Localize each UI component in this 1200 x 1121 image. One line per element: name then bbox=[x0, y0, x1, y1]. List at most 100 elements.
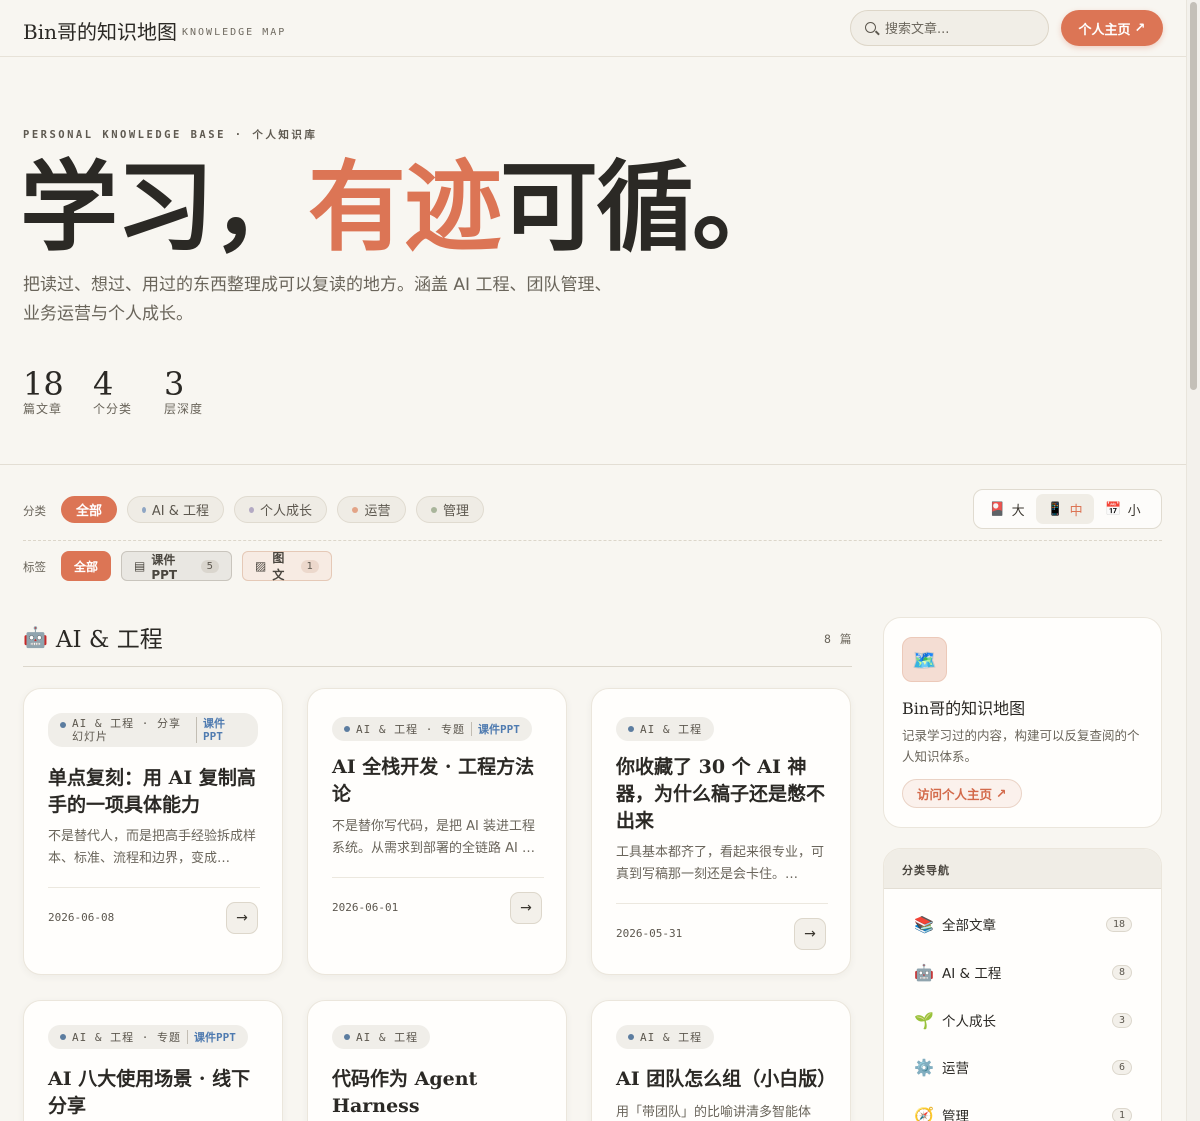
arrow-up-right-icon: ↗ bbox=[996, 786, 1007, 801]
card-title[interactable]: AI 八大使用场景 · 线下分享 bbox=[48, 1066, 260, 1120]
category-chip-growth[interactable]: 个人成长 bbox=[234, 496, 327, 523]
nav-item-count: 18 bbox=[1105, 916, 1132, 932]
category-chip-ops[interactable]: 运营 bbox=[337, 496, 406, 523]
stat-number: 18 bbox=[23, 365, 64, 403]
category-dot bbox=[431, 506, 437, 513]
seedling-icon: 🌱 bbox=[914, 1010, 934, 1030]
robot-icon: 🤖 bbox=[23, 625, 48, 649]
arrow-up-right-icon: ↗ bbox=[1134, 20, 1146, 36]
category-chip-all[interactable]: 全部 bbox=[61, 496, 117, 523]
chip-label: 全部 bbox=[76, 504, 103, 519]
search-box[interactable] bbox=[850, 10, 1049, 46]
arrow-right-icon[interactable]: → bbox=[510, 892, 542, 924]
size-option-large[interactable]: 🎴 大 bbox=[978, 494, 1036, 524]
map-icon: 🗺️ bbox=[902, 637, 947, 682]
article-card[interactable]: AI & 工程 你收藏了 30 个 AI 神器，为什么稿子还是憋不出来 工具基本… bbox=[591, 688, 851, 975]
tag-count: 1 bbox=[300, 559, 319, 573]
tag-chip-all[interactable]: 全部 bbox=[61, 551, 111, 581]
chip-label: 图文 bbox=[272, 551, 285, 582]
nav-item-ops[interactable]: ⚙️ 运营 6 bbox=[898, 1050, 1148, 1084]
scrollbar-thumb[interactable] bbox=[1190, 2, 1197, 390]
card-date: 2026-06-01 bbox=[332, 901, 399, 914]
tag-chip-ppt[interactable]: ▤ 课件PPT 5 bbox=[121, 551, 232, 582]
nav-item-label: 运营 bbox=[942, 1061, 969, 1077]
arrow-right-icon[interactable]: → bbox=[226, 902, 258, 934]
category-dot bbox=[60, 722, 66, 728]
hero-divider bbox=[0, 464, 1186, 465]
nav-item-count: 6 bbox=[1111, 1059, 1132, 1075]
nav-item-ai[interactable]: 🤖 AI & 工程 8 bbox=[898, 955, 1148, 989]
nav-item-label: 全部文章 bbox=[942, 918, 996, 934]
article-card[interactable]: AI & 工程 AI 团队怎么组（小白版） 用「带团队」的比喻讲清多智能体 bbox=[591, 1000, 851, 1121]
tag-count: 5 bbox=[200, 559, 219, 573]
chip-label: 全部 bbox=[73, 559, 98, 574]
nav-item-growth[interactable]: 🌱 个人成长 3 bbox=[898, 1003, 1148, 1037]
calendar-icon: 📅 bbox=[1105, 501, 1122, 517]
filter-divider bbox=[23, 540, 1162, 541]
card-date: 2026-06-08 bbox=[48, 911, 115, 924]
meta-separator bbox=[186, 1030, 188, 1044]
article-card[interactable]: AI & 工程 · 专题 课件PPT AI 八大使用场景 · 线下分享 bbox=[23, 1000, 283, 1121]
robot-icon: 🤖 bbox=[914, 962, 934, 982]
arrow-right-icon[interactable]: → bbox=[794, 918, 826, 950]
card-category: AI & 工程 · 分享幻灯片 bbox=[72, 717, 181, 743]
size-option-medium[interactable]: 📱 中 bbox=[1036, 494, 1094, 524]
card-meta: AI & 工程 · 分享幻灯片 课件PPT bbox=[48, 713, 258, 747]
chip-label: AI & 工程 bbox=[151, 504, 209, 519]
card-category: AI & 工程 · 专题 bbox=[72, 1031, 181, 1044]
search-input[interactable] bbox=[885, 19, 1035, 39]
article-card[interactable]: AI & 工程 · 分享幻灯片 课件PPT 单点复刻：用 AI 复制高手的一项具… bbox=[23, 688, 283, 975]
category-dot bbox=[352, 506, 359, 513]
chip-label: 管理 bbox=[442, 504, 469, 519]
category-dot bbox=[628, 726, 634, 732]
category-chip-ai[interactable]: AI & 工程 bbox=[127, 496, 224, 523]
category-nav: 分类导航 📚 全部文章 18 🤖 AI & 工程 8 🌱 个人成长 3 ⚙️ 运… bbox=[883, 848, 1162, 1121]
card-title[interactable]: 你收藏了 30 个 AI 神器，为什么稿子还是憋不出来 bbox=[616, 754, 828, 835]
card-footer-divider bbox=[48, 887, 260, 888]
category-nav-title: 分类导航 bbox=[884, 849, 1161, 889]
hero-description: 把读过、想过、用过的东西整理成可以复读的地方。涵盖 AI 工程、团队管理、业务运… bbox=[23, 275, 612, 324]
category-dot bbox=[142, 506, 146, 513]
card-title[interactable]: 代码作为 Agent Harness bbox=[332, 1066, 544, 1120]
card-title[interactable]: 单点复刻：用 AI 复制高手的一项具体能力 bbox=[48, 765, 260, 819]
nav-item-mgmt[interactable]: 🧭 管理 1 bbox=[898, 1098, 1148, 1121]
card-category: AI & 工程 bbox=[356, 1031, 419, 1044]
nav-item-label: 管理 bbox=[942, 1109, 969, 1121]
hero-title-part1: 学习， bbox=[20, 150, 310, 265]
home-button[interactable]: 个人主页 ↗ bbox=[1061, 10, 1163, 46]
hero-title: 学习，有迹可循。 bbox=[20, 148, 790, 268]
size-label: 大 bbox=[1011, 503, 1025, 519]
hero-title-accent: 有迹 bbox=[308, 150, 502, 265]
phone-icon: 📱 bbox=[1047, 501, 1064, 517]
card-category: AI & 工程 bbox=[640, 1031, 703, 1044]
nav-item-label: AI & 工程 bbox=[942, 966, 1002, 982]
tag-chip-image-text[interactable]: ▨ 图文 1 bbox=[242, 551, 332, 582]
category-dot bbox=[249, 506, 254, 513]
article-card[interactable]: AI & 工程 代码作为 Agent Harness bbox=[307, 1000, 567, 1121]
article-card[interactable]: AI & 工程 · 专题 课件PPT AI 全栈开发 · 工程方法论 不是替你写… bbox=[307, 688, 567, 975]
nav-item-all[interactable]: 📚 全部文章 18 bbox=[898, 907, 1148, 941]
page-scrollbar[interactable] bbox=[1186, 0, 1200, 1121]
size-option-small[interactable]: 📅 小 bbox=[1094, 494, 1152, 524]
card-description: 工具基本都齐了，看起来很专业，可真到写稿那一刻还是会卡住。… bbox=[616, 845, 825, 882]
card-large-icon: 🎴 bbox=[989, 501, 1006, 517]
card-title[interactable]: AI 团队怎么组（小白版） bbox=[616, 1066, 836, 1093]
meta-separator bbox=[470, 722, 472, 736]
nav-item-count: 3 bbox=[1111, 1012, 1132, 1028]
chip-label: 课件PPT bbox=[151, 552, 178, 582]
card-category: AI & 工程 bbox=[640, 723, 703, 736]
image-icon: ▨ bbox=[255, 559, 267, 573]
size-label: 小 bbox=[1127, 503, 1141, 519]
stat-number: 3 bbox=[164, 365, 185, 403]
home-button-label: 个人主页 bbox=[1078, 22, 1131, 38]
card-title[interactable]: AI 全栈开发 · 工程方法论 bbox=[332, 754, 544, 808]
card-date: 2026-05-31 bbox=[616, 927, 683, 940]
visit-homepage-link[interactable]: 访问个人主页 ↗ bbox=[902, 779, 1022, 808]
category-chip-mgmt[interactable]: 管理 bbox=[416, 496, 484, 523]
stat-label: 篇文章 bbox=[23, 402, 63, 416]
card-size-toggle: 🎴 大 📱 中 📅 小 bbox=[973, 489, 1162, 529]
card-meta: AI & 工程 bbox=[616, 717, 715, 741]
card-kind: 课件PPT bbox=[203, 717, 225, 743]
section-title: 🤖 AI & 工程 bbox=[23, 620, 163, 654]
brand-title[interactable]: Bin哥的知识地图 bbox=[23, 16, 177, 45]
